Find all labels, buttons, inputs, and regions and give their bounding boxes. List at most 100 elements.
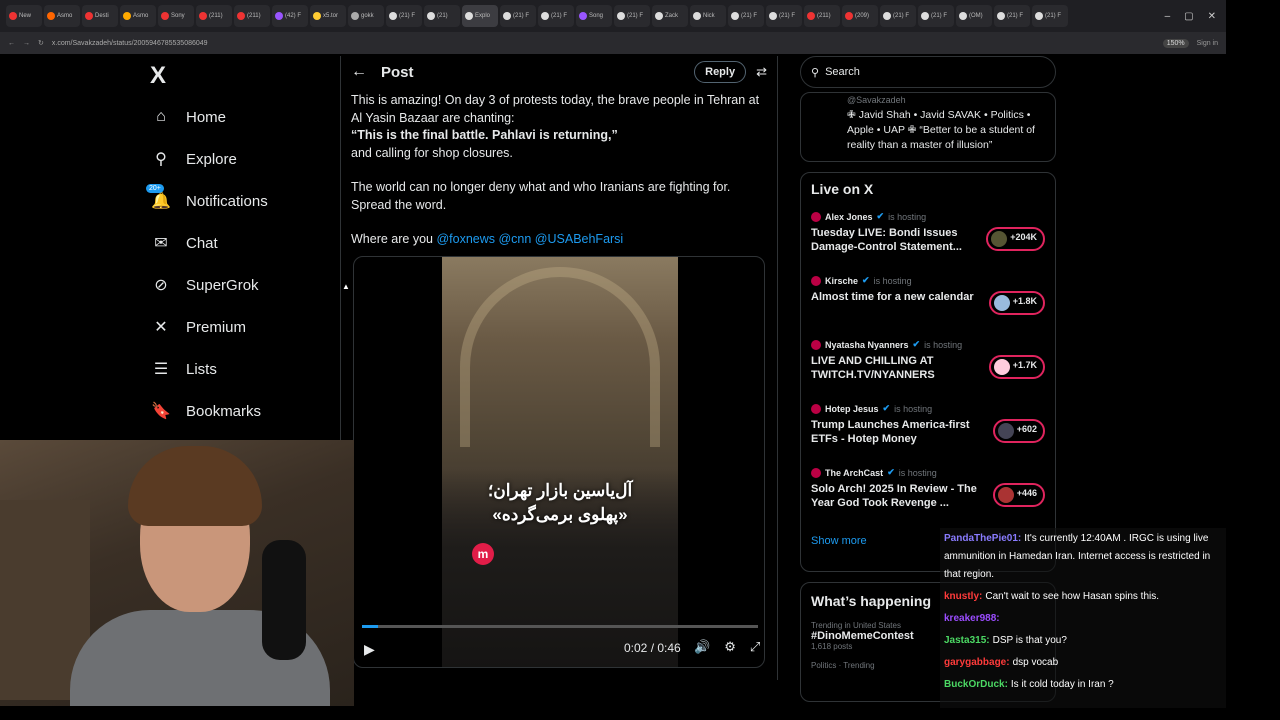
profile-card[interactable]: @Savakzadeh ✙ Javid Shah • Javid SAVAK •…: [800, 92, 1056, 162]
tab-label: Explo: [475, 13, 491, 19]
browser-tab[interactable]: (21) F: [614, 5, 650, 27]
tab-favicon-icon: [275, 12, 283, 20]
play-icon[interactable]: ▶: [364, 641, 375, 658]
verified-icon: ✔: [876, 211, 885, 221]
close-icon[interactable]: ✕: [1208, 11, 1216, 22]
browser-tab[interactable]: Nick: [690, 5, 726, 27]
reply-button[interactable]: Reply: [694, 61, 747, 83]
browser-tab[interactable]: Song: [576, 5, 612, 27]
address-bar[interactable]: ← → ↻ x.com/Savakzadeh/status/2005946785…: [0, 32, 1226, 54]
filter-icon[interactable]: ⇄: [756, 64, 767, 80]
fullscreen-icon[interactable]: ⤢: [750, 639, 760, 655]
video-frame[interactable]: آل‌یاسین بازار تهران؛ «پهلوی برمی‌گرده» …: [442, 257, 678, 667]
nav-premium[interactable]: ✕ Premium: [140, 306, 340, 348]
tab-favicon-icon: [997, 12, 1005, 20]
browser-tab[interactable]: (21) F: [994, 5, 1030, 27]
listener-count-button[interactable]: +1.7K: [988, 355, 1045, 379]
minimize-icon[interactable]: –: [1165, 11, 1171, 22]
search-icon: ⚲: [811, 66, 820, 79]
listener-count-button[interactable]: +1.8K: [988, 291, 1045, 315]
where-text: Where are you: [351, 232, 433, 246]
maximize-icon[interactable]: ▢: [1184, 11, 1193, 22]
listener-count-button[interactable]: +602: [992, 419, 1045, 443]
browser-tab[interactable]: (21) F: [728, 5, 764, 27]
nav-bookmarks[interactable]: 🔖 Bookmarks: [140, 390, 340, 432]
browser-tab[interactable]: gokk: [348, 5, 384, 27]
live-host-line: Alex Jones ✔ is hosting: [811, 211, 1045, 222]
live-item[interactable]: Nyatasha Nyanners ✔ is hosting LIVE AND CHI…: [811, 339, 1045, 403]
chat-username[interactable]: knustly:: [944, 591, 982, 602]
sign-in-button[interactable]: Sign in: [1197, 40, 1218, 47]
back-arrow-icon[interactable]: ←: [351, 63, 381, 81]
browser-tab[interactable]: (21) F: [1032, 5, 1068, 27]
browser-tab[interactable]: (42) F: [272, 5, 308, 27]
browser-tab[interactable]: New: [6, 5, 42, 27]
browser-tab[interactable]: Zack: [652, 5, 688, 27]
search-input[interactable]: ⚲ Search: [800, 56, 1056, 88]
back-icon[interactable]: ←: [8, 40, 15, 47]
forward-icon[interactable]: →: [23, 40, 30, 47]
chat-username[interactable]: garygabbage:: [944, 657, 1010, 668]
nav-notifications[interactable]: 🔔 20+ Notifications: [140, 180, 340, 222]
browser-tab[interactable]: (21) F: [880, 5, 916, 27]
tab-label: (21) F: [513, 13, 530, 19]
listener-count-button[interactable]: +446: [992, 483, 1045, 507]
browser-tab[interactable]: (21): [424, 5, 460, 27]
tab-label: (21) F: [627, 13, 644, 19]
tab-label: (21) F: [741, 13, 758, 19]
browser-tab[interactable]: Asmo: [120, 5, 156, 27]
tab-label: (21) F: [893, 13, 910, 19]
chat-message: knustly: Can't wait to see how Hasan spin…: [944, 588, 1222, 606]
search-icon: ⚲: [155, 151, 167, 168]
browser-tab[interactable]: (211): [804, 5, 840, 27]
chat-username[interactable]: PandaThePie01:: [944, 533, 1021, 544]
live-host-line: Hotep Jesus ✔ is hosting: [811, 403, 1045, 414]
video-player[interactable]: آل‌یاسین بازار تهران؛ «پهلوی برمی‌گرده» …: [353, 256, 765, 668]
browser-tab[interactable]: Sony: [158, 5, 194, 27]
url-text[interactable]: x.com/Savakzadeh/status/2005946785535086…: [52, 40, 208, 47]
browser-tab[interactable]: (OM): [956, 5, 992, 27]
zoom-level[interactable]: 150%: [1162, 38, 1189, 48]
browser-tab[interactable]: (21) F: [766, 5, 802, 27]
volume-icon[interactable]: 🔊: [694, 639, 710, 655]
chat-username[interactable]: kreaker988:: [944, 613, 1000, 624]
listener-avatar: [993, 295, 1010, 311]
browser-tab[interactable]: (209): [842, 5, 878, 27]
listener-avatar: [993, 359, 1010, 375]
live-item[interactable]: Alex Jones ✔ is hosting Tuesday LIVE: Bondi…: [811, 211, 1045, 275]
browser-tab[interactable]: Asmo: [44, 5, 80, 27]
nav-supergrok[interactable]: ⊘ SuperGrok: [140, 264, 340, 306]
video-progress-bar[interactable]: [362, 625, 758, 628]
settings-icon[interactable]: ⚙: [724, 639, 736, 655]
nav-lists[interactable]: ☰ Lists: [140, 348, 340, 390]
browser-tab[interactable]: Desti: [82, 5, 118, 27]
nav-chat[interactable]: ✉ Chat: [140, 222, 340, 264]
browser-tab[interactable]: Explo: [462, 5, 498, 27]
mention-links[interactable]: @foxnews @cnn @USABehFarsi: [436, 232, 623, 246]
listener-count-button[interactable]: +204K: [986, 227, 1045, 251]
x-logo[interactable]: X: [150, 62, 340, 96]
browser-tab[interactable]: (21) F: [500, 5, 536, 27]
profile-bio: ✙ Javid Shah • Javid SAVAK • Politics • …: [847, 109, 1035, 151]
browser-tab[interactable]: (21) F: [538, 5, 574, 27]
tab-favicon-icon: [313, 12, 321, 20]
live-title-text: Solo Arch! 2025 In Review - The Year God…: [811, 483, 977, 509]
tab-favicon-icon: [959, 12, 967, 20]
browser-tab[interactable]: (211): [196, 5, 232, 27]
live-item[interactable]: Kirsche ✔ is hosting Almost time for a new …: [811, 275, 1045, 339]
nav-label: Notifications: [186, 192, 268, 210]
nav-explore[interactable]: ⚲ Explore: [140, 138, 340, 180]
browser-tab[interactable]: (21) F: [918, 5, 954, 27]
live-item[interactable]: Hotep Jesus ✔ is hosting Trump Launches Ame…: [811, 403, 1045, 467]
live-item[interactable]: The ArchCast ✔ is hosting Solo Arch! 2025 I…: [811, 467, 1045, 531]
browser-tab[interactable]: x5.tor: [310, 5, 346, 27]
hosting-label: is hosting: [873, 275, 912, 286]
chat-username[interactable]: Jasta315:: [944, 635, 990, 646]
chat-username[interactable]: BuckOrDuck:: [944, 679, 1008, 690]
reload-icon[interactable]: ↻: [38, 39, 44, 47]
browser-tab[interactable]: (21) F: [386, 5, 422, 27]
chat-message: BuckOrDuck: Is it cold today in Iran ?: [944, 676, 1222, 694]
window-controls: – ▢ ✕: [1165, 11, 1226, 22]
nav-home[interactable]: ⌂ Home: [140, 96, 340, 138]
browser-tab[interactable]: (211): [234, 5, 270, 27]
